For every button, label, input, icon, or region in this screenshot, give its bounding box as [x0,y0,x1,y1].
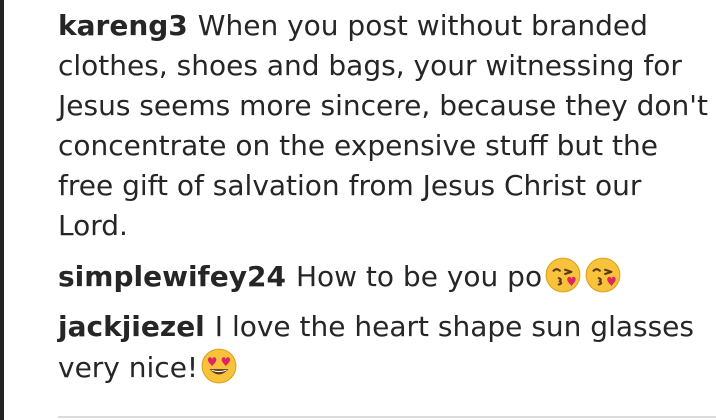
comment-username[interactable]: jackjiezel [58,310,205,343]
face-blowing-kiss-icon [585,257,621,293]
comment-input-divider [58,416,716,418]
comment-text: How to be you po [295,260,543,293]
comment-text: When you post without branded clothes, s… [58,9,708,242]
comment-username[interactable]: kareng3 [58,9,188,42]
comment-username[interactable]: simplewifey24 [58,260,286,293]
window-left-border [0,0,4,420]
comment-item: simplewifey24 How to be you po [58,256,708,297]
comment-item: kareng3 When you post without branded clo… [58,6,708,246]
comment-list: kareng3 When you post without branded clo… [58,6,708,388]
heart-eyes-face-icon [201,348,237,384]
face-blowing-kiss-icon [545,257,581,293]
comment-item: jackjiezel I love the heart shape sun gla… [58,307,708,388]
